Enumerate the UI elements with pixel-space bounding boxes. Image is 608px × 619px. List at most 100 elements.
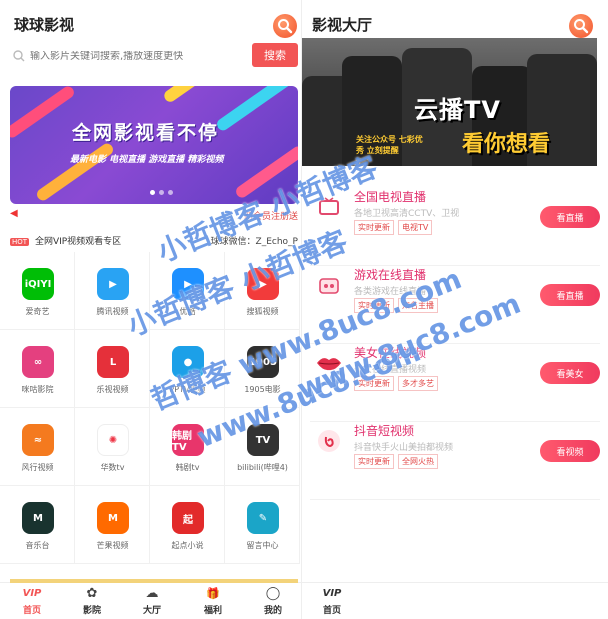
tag: 全网火热 bbox=[398, 454, 438, 469]
search-bar: 搜索 bbox=[10, 43, 298, 69]
app-label: 韩剧tv bbox=[175, 463, 200, 472]
watch-live-button[interactable]: 看直播 bbox=[540, 206, 600, 228]
search-icon[interactable] bbox=[569, 14, 593, 38]
tab-cinema[interactable]: ✿ 影院 bbox=[62, 585, 122, 616]
notice-bar: ◀ 新会员注册送 bbox=[10, 206, 298, 222]
category-desc: 各地卫视高清CCTV、卫视 bbox=[354, 209, 460, 219]
left-header: 球球影视 bbox=[0, 0, 301, 40]
app-tile[interactable]: ∞ 咪咕影院 bbox=[0, 330, 75, 408]
app-label: 音乐台 bbox=[25, 541, 50, 550]
app-logo-icon: ▶ bbox=[97, 268, 129, 300]
category-tv-live[interactable]: 全国电视直播 各地卫视高清CCTV、卫视 实时更新 电视TV 看直播 bbox=[310, 184, 600, 266]
banner-headline: 全网影视看不停 bbox=[72, 122, 220, 144]
app-tile[interactable]: M 芒果视频 bbox=[75, 486, 150, 564]
vip-icon: VIP bbox=[322, 588, 342, 599]
app-logo-icon: ✺ bbox=[97, 424, 129, 456]
category-beauty-video[interactable]: 美女在线视频 美女在线直播视频 实时更新 多才多艺 看美女 bbox=[310, 340, 600, 422]
tab-home-label: 首页 bbox=[22, 606, 41, 616]
app-tile[interactable]: ✺ 华数tv bbox=[75, 408, 150, 486]
app-tile[interactable]: L 乐视视频 bbox=[75, 330, 150, 408]
app-tile[interactable]: ≈ 风行视频 bbox=[0, 408, 75, 486]
category-title: 游戏在线直播 bbox=[354, 268, 427, 282]
search-icon[interactable] bbox=[273, 14, 297, 38]
tab-home[interactable]: VIP 首页 bbox=[302, 585, 362, 616]
app-logo-icon: ▶ bbox=[247, 268, 279, 300]
yunbo-banner[interactable]: 云播TV 看你想看 关注公众号 七彩优秀 立刻提醒 bbox=[302, 38, 597, 166]
tag: 知名主播 bbox=[398, 298, 438, 313]
app-label: 爱奇艺 bbox=[25, 307, 50, 316]
app-logo-icon: M bbox=[22, 502, 54, 534]
category-game-live[interactable]: 游戏在线直播 各类游戏在线直播 实时更新 知名主播 看直播 bbox=[310, 262, 600, 344]
app-logo-icon: ✎ bbox=[247, 502, 279, 534]
app-label: 腾讯视频 bbox=[96, 307, 129, 316]
carousel-dots bbox=[150, 190, 173, 195]
app-label: PPTV视频 bbox=[169, 385, 206, 394]
right-screen: 影视大厅 云播TV 看你想看 关注公众号 七彩优秀 立刻提醒 全国电视直播 各地… bbox=[301, 0, 608, 619]
gift-icon: 🎁 bbox=[206, 587, 220, 600]
app-tile[interactable]: 韩剧TV 韩剧tv bbox=[150, 408, 225, 486]
app-label: 华数tv bbox=[100, 463, 125, 472]
vip-icon: VIP bbox=[22, 588, 42, 599]
search-input[interactable] bbox=[30, 50, 250, 62]
app-tile[interactable]: iQIYI 爱奇艺 bbox=[0, 252, 75, 330]
app-logo-icon: ∞ bbox=[22, 346, 54, 378]
app-tile[interactable]: 1905 1905电影 bbox=[225, 330, 300, 408]
tab-cinema-label: 影院 bbox=[82, 606, 101, 616]
tab-hall[interactable]: ☁ 大厅 bbox=[122, 585, 182, 616]
app-tile[interactable]: ▶ 腾讯视频 bbox=[75, 252, 150, 330]
tag: 实时更新 bbox=[354, 376, 394, 391]
hall-title: 影视大厅 bbox=[312, 16, 373, 34]
tab-mine[interactable]: ◯ 我的 bbox=[243, 585, 301, 616]
hot-badge: HOT bbox=[10, 238, 30, 246]
tv-icon bbox=[316, 194, 342, 220]
app-tile[interactable]: ▶ 搜狐视频 bbox=[225, 252, 300, 330]
lips-icon bbox=[316, 350, 342, 376]
category-desc: 抖音快手火山美拍都视频 bbox=[354, 443, 454, 453]
app-label: 乐视视频 bbox=[96, 385, 129, 394]
planet-icon: ☁ bbox=[145, 586, 159, 601]
category-tags: 实时更新 知名主播 bbox=[354, 298, 438, 313]
search-field[interactable] bbox=[10, 43, 250, 69]
category-tags: 实时更新 电视TV bbox=[354, 220, 433, 235]
wechat-contact: 球球微信：Z_Echo_P bbox=[210, 237, 298, 247]
tag: 实时更新 bbox=[354, 454, 394, 469]
promo-banner[interactable]: 全网影视看不停 最新电影 电视直播 游戏直播 精彩视频 bbox=[10, 86, 298, 204]
notice-text[interactable]: 新会员注册送 bbox=[244, 209, 298, 222]
category-title: 全国电视直播 bbox=[354, 190, 427, 204]
category-title: 美女在线视频 bbox=[354, 346, 427, 360]
watch-live-button[interactable]: 看直播 bbox=[540, 284, 600, 306]
app-label: 留言中心 bbox=[246, 541, 279, 550]
banner-tagline: 关注公众号 七彩优秀 立刻提醒 bbox=[356, 135, 423, 155]
app-tile[interactable]: ▶ 优酷 bbox=[150, 252, 225, 330]
right-tab-bar: VIP 首页 bbox=[302, 582, 608, 619]
tag: 实时更新 bbox=[354, 298, 394, 313]
app-logo-icon: iQIYI bbox=[22, 268, 54, 300]
app-logo-icon: M bbox=[97, 502, 129, 534]
game-icon bbox=[316, 272, 342, 298]
app-tile[interactable]: ✎ 留言中心 bbox=[225, 486, 300, 564]
app-tile[interactable]: M 音乐台 bbox=[0, 486, 75, 564]
app-label: 1905电影 bbox=[244, 385, 281, 394]
vip-section-header: HOT 全网VIP视频观看专区 球球微信：Z_Echo_P bbox=[10, 234, 298, 248]
watch-beauty-button[interactable]: 看美女 bbox=[540, 362, 600, 384]
app-tile[interactable]: 起起点小说 bbox=[150, 486, 225, 564]
user-icon: ◯ bbox=[265, 586, 281, 601]
tab-home[interactable]: VIP 首页 bbox=[2, 585, 62, 616]
app-label: 芒果视频 bbox=[96, 541, 129, 550]
app-tile[interactable]: TV bilibili(哔哩4) bbox=[225, 408, 300, 486]
app-logo-icon: L bbox=[97, 346, 129, 378]
app-title: 球球影视 bbox=[14, 16, 75, 34]
tab-welfare[interactable]: 🎁 福利 bbox=[183, 585, 243, 616]
app-tile[interactable]: ● PPTV视频 bbox=[150, 330, 225, 408]
app-logo-icon: ▶ bbox=[172, 268, 204, 300]
watch-video-button[interactable]: 看视频 bbox=[540, 440, 600, 462]
category-tags: 实时更新 全网火热 bbox=[354, 454, 438, 469]
search-button[interactable]: 搜索 bbox=[252, 43, 298, 67]
category-douyin[interactable]: 抖音短视频 抖音快手火山美拍都视频 实时更新 全网火热 看视频 bbox=[310, 418, 600, 500]
banner-subline: 最新电影 电视直播 游戏直播 精彩视频 bbox=[70, 155, 224, 165]
app-label: 搜狐视频 bbox=[246, 307, 279, 316]
category-title: 抖音短视频 bbox=[354, 424, 415, 438]
left-screen: 球球影视 搜索 全网影视看不停 最新电影 电视直播 游戏直播 精彩视频 ◀ 新会… bbox=[0, 0, 301, 619]
app-label: 咪咕影院 bbox=[21, 385, 54, 394]
tag: 多才多艺 bbox=[398, 376, 438, 391]
